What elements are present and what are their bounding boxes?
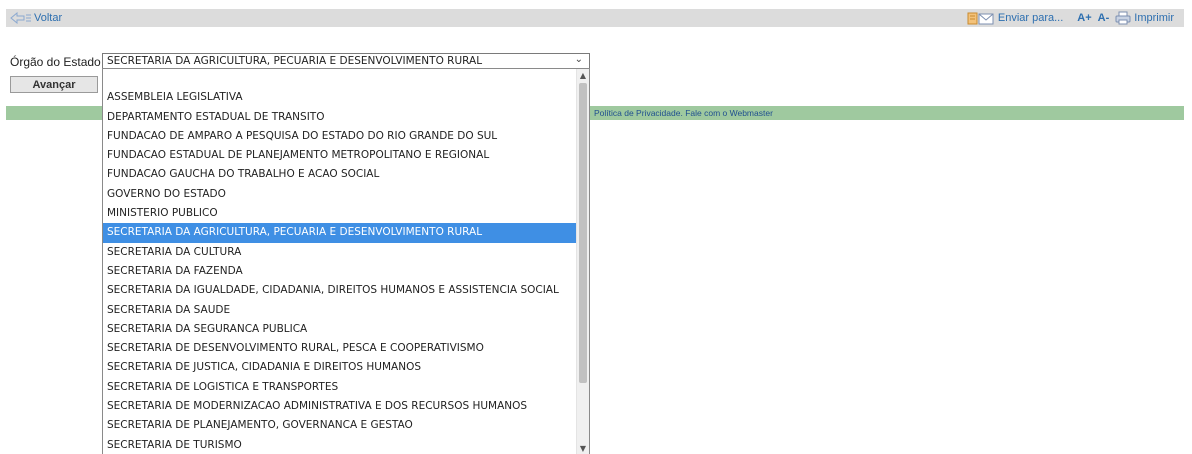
printer-icon[interactable] bbox=[1115, 11, 1131, 25]
option-list: ASSEMBLEIA LEGISLATIVA DEPARTAMENTO ESTA… bbox=[103, 69, 577, 454]
back-arrow-icon bbox=[10, 12, 31, 24]
send-to-link[interactable]: Enviar para... bbox=[998, 12, 1063, 24]
orgao-select[interactable]: SECRETARIA DA AGRICULTURA, PECUARIA E DE… bbox=[102, 53, 590, 69]
dropdown-scrollbar[interactable]: ▲ ▼ bbox=[576, 69, 589, 454]
chevron-down-icon[interactable]: ⌄ bbox=[575, 54, 583, 65]
option-item[interactable]: SECRETARIA DA SEGURANCA PUBLICA bbox=[103, 320, 577, 339]
scroll-down-icon[interactable]: ▼ bbox=[577, 442, 589, 454]
option-item[interactable]: SECRETARIA DA IGUALDADE, CIDADANIA, DIRE… bbox=[103, 281, 577, 300]
scrollbar-thumb[interactable] bbox=[579, 83, 587, 383]
privacy-link[interactable]: Política de Privacidade. bbox=[594, 108, 683, 118]
option-item[interactable]: FUNDACAO DE AMPARO A PESQUISA DO ESTADO … bbox=[103, 127, 577, 146]
option-item[interactable]: SECRETARIA DA FAZENDA bbox=[103, 262, 577, 281]
option-item[interactable] bbox=[103, 69, 577, 88]
back-link[interactable]: Voltar bbox=[10, 11, 62, 25]
option-item[interactable]: SECRETARIA DE MODERNIZACAO ADMINISTRATIV… bbox=[103, 397, 577, 416]
orgao-dropdown-list[interactable]: ASSEMBLEIA LEGISLATIVA DEPARTAMENTO ESTA… bbox=[102, 68, 590, 454]
font-decrease-button[interactable]: A- bbox=[1098, 12, 1110, 24]
option-item[interactable]: SECRETARIA DA SAUDE bbox=[103, 301, 577, 320]
orgao-label: Órgão do Estado bbox=[10, 55, 101, 69]
advance-button[interactable]: Avançar bbox=[10, 76, 98, 93]
option-item-selected[interactable]: SECRETARIA DA AGRICULTURA, PECUARIA E DE… bbox=[103, 223, 577, 243]
print-link[interactable]: Imprimir bbox=[1134, 12, 1174, 24]
option-item[interactable]: SECRETARIA DE DESENVOLVIMENTO RURAL, PES… bbox=[103, 339, 577, 358]
back-label[interactable]: Voltar bbox=[34, 12, 62, 24]
option-item[interactable]: SECRETARIA DA CULTURA bbox=[103, 243, 577, 262]
page-tools: Enviar para... A+ A- Imprimir bbox=[967, 10, 1174, 26]
scroll-up-icon[interactable]: ▲ bbox=[577, 69, 589, 81]
email-icon[interactable] bbox=[967, 12, 995, 25]
option-item[interactable]: DEPARTAMENTO ESTADUAL DE TRANSITO bbox=[103, 108, 577, 127]
font-increase-button[interactable]: A+ bbox=[1077, 12, 1091, 24]
option-item[interactable]: FUNDACAO ESTADUAL DE PLANEJAMENTO METROP… bbox=[103, 146, 577, 165]
option-item[interactable]: SECRETARIA DE PLANEJAMENTO, GOVERNANCA E… bbox=[103, 416, 577, 435]
option-item[interactable]: SECRETARIA DE LOGISTICA E TRANSPORTES bbox=[103, 378, 577, 397]
option-item[interactable]: FUNDACAO GAUCHA DO TRABALHO E ACAO SOCIA… bbox=[103, 165, 577, 184]
footer-links: Política de Privacidade. Fale com o Webm… bbox=[594, 108, 773, 118]
option-item[interactable]: SECRETARIA DE TURISMO bbox=[103, 436, 577, 454]
option-item[interactable]: ASSEMBLEIA LEGISLATIVA bbox=[103, 88, 577, 107]
option-item[interactable]: SECRETARIA DE JUSTICA, CIDADANIA E DIREI… bbox=[103, 358, 577, 377]
option-item[interactable]: MINISTERIO PUBLICO bbox=[103, 204, 577, 223]
webmaster-link[interactable]: Fale com o Webmaster bbox=[685, 108, 773, 118]
top-toolbar: Voltar Enviar para... A+ A- Imprimir bbox=[6, 9, 1184, 27]
option-item[interactable]: GOVERNO DO ESTADO bbox=[103, 185, 577, 204]
select-value: SECRETARIA DA AGRICULTURA, PECUARIA E DE… bbox=[107, 55, 483, 67]
